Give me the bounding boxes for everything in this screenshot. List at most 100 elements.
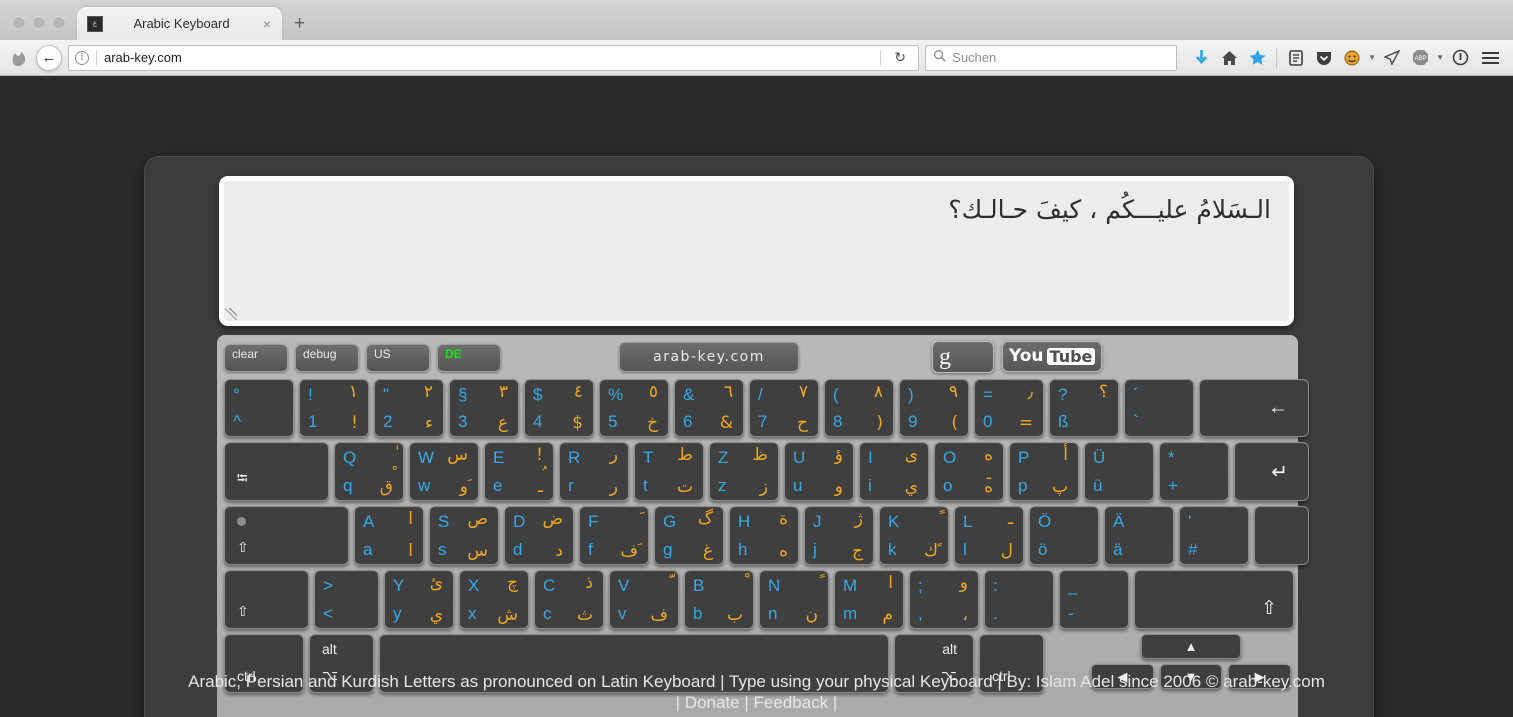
key-legend-shift-latin: $ <box>533 385 543 404</box>
key-2[interactable]: " ٢ 2 ء <box>374 379 444 437</box>
key-enter[interactable]: ↵ <box>1234 442 1309 501</box>
key-plus[interactable]: * + <box>1159 442 1229 501</box>
reload-icon[interactable]: ↻ <box>888 46 912 70</box>
key-legend-shift-arabic: ٨ <box>873 382 883 402</box>
key-g[interactable]: G گ g غ <box>654 506 724 565</box>
key-f[interactable]: Fَِfف <box>579 506 649 565</box>
url-bar[interactable]: i arab-key.com ↻ <box>68 44 920 71</box>
layout-de-button[interactable]: DE <box>437 344 501 372</box>
key-4[interactable]: $٤ 4 $ <box>524 379 594 437</box>
key-y[interactable]: Y ئ y ي <box>384 570 454 629</box>
key-v[interactable]: Vّvف <box>609 570 679 629</box>
key-hash[interactable]: ' # <box>1179 506 1249 565</box>
key-arrow-up[interactable]: ▲ <box>1141 634 1241 659</box>
bookmark-star-icon[interactable] <box>1245 46 1269 70</box>
donate-link[interactable]: Donate <box>685 693 740 712</box>
key-period[interactable]: :. <box>984 570 1054 629</box>
key-comma[interactable]: ; و, ، <box>909 570 979 629</box>
key-3[interactable]: § ٣ 3 ع <box>449 379 519 437</box>
key-a[interactable]: A ا a ا <box>354 506 424 565</box>
adblock-plus-icon[interactable]: ABP <box>1408 46 1432 70</box>
key-tab[interactable]: ⭾ <box>224 442 329 501</box>
pocket-icon[interactable] <box>1312 46 1336 70</box>
key-auml[interactable]: Ää <box>1104 506 1174 565</box>
key-i[interactable]: I ى i ي <box>859 442 929 501</box>
key-l[interactable]: L ـ l ل <box>954 506 1024 565</box>
key-backspace[interactable]: ← <box>1199 379 1309 437</box>
reader-list-icon[interactable] <box>1284 46 1308 70</box>
key-legend-arabic: ت <box>676 477 693 497</box>
key-x[interactable]: X چ x ش <box>459 570 529 629</box>
key-acute[interactable]: ´ ` <box>1124 379 1194 437</box>
key-h[interactable]: H ة h ه <box>729 506 799 565</box>
key-1[interactable]: ! ١ 1! <box>299 379 369 437</box>
key-u[interactable]: U ؤ u و <box>784 442 854 501</box>
shield-info-icon[interactable] <box>1448 46 1472 70</box>
keyboard-toolbar: clear debug US DE arab-key.com g You Tub… <box>224 341 1291 373</box>
search-bar[interactable]: Suchen <box>925 44 1178 71</box>
key-eszett[interactable]: ? ؟ ß <box>1049 379 1119 437</box>
key-7[interactable]: / ٧ 7 ح <box>749 379 819 437</box>
key-p[interactable]: P أ p پ <box>1009 442 1079 501</box>
key-q[interactable]: Qْٰqق <box>334 442 404 501</box>
key-r[interactable]: R ر r ر <box>559 442 629 501</box>
key-uuml[interactable]: Üü <box>1084 442 1154 501</box>
downloads-icon[interactable] <box>1189 46 1213 70</box>
window-maximize-button[interactable] <box>53 16 65 28</box>
key-legend-latin: . <box>993 604 998 623</box>
key-b[interactable]: Bْbب <box>684 570 754 629</box>
key-enter-tail[interactable] <box>1254 506 1309 565</box>
browser-chrome: ع Arabic Keyboard × + ← i arab-key.com ↻… <box>0 0 1513 76</box>
clear-button[interactable]: clear <box>224 344 288 372</box>
key-legend-latin: q <box>343 476 353 495</box>
key-less[interactable]: > < <box>314 570 379 629</box>
close-icon[interactable]: × <box>260 17 274 31</box>
key-legend-shift-latin: A <box>363 512 375 531</box>
google-button[interactable]: g <box>932 341 994 373</box>
window-minimize-button[interactable] <box>33 16 45 28</box>
key-9[interactable]: ) ٩ 9 ( <box>899 379 969 437</box>
key-d[interactable]: Dضd د <box>504 506 574 565</box>
key-6[interactable]: & ٦ 6 & <box>674 379 744 437</box>
key-e[interactable]: E!ُeـ <box>484 442 554 501</box>
chevron-down-icon[interactable]: ▼ <box>1368 53 1376 62</box>
key-caret[interactable]: ° ^ <box>224 379 294 437</box>
key-8[interactable]: (٨ 8) <box>824 379 894 437</box>
key-m[interactable]: M ا m م <box>834 570 904 629</box>
site-info-icon[interactable]: i <box>75 50 89 65</box>
key-5[interactable]: % ٥ 5 خ <box>599 379 669 437</box>
key-c[interactable]: C ذ c ث <box>534 570 604 629</box>
youtube-button[interactable]: You Tube <box>1002 341 1103 372</box>
extension-smiley-icon[interactable] <box>1340 46 1364 70</box>
key-capslock[interactable]: ⇧ <box>224 506 349 565</box>
key-o[interactable]: Oهـoه <box>934 442 1004 501</box>
window-close-button[interactable] <box>13 16 25 28</box>
key-legend-shift-arabic: ذ <box>585 573 593 593</box>
key-s[interactable]: Sص s س <box>429 506 499 565</box>
key-k[interactable]: Kًٍkك <box>879 506 949 565</box>
resize-handle-icon[interactable] <box>225 308 237 320</box>
browser-tab[interactable]: ع Arabic Keyboard × <box>77 7 282 40</box>
key-z[interactable]: Z ظ z ز <box>709 442 779 501</box>
send-tab-icon[interactable] <box>1380 46 1404 70</box>
text-output-area[interactable]: الـسَلامُ عليـــكُم ، كيفَ حـالـك؟ <box>219 176 1294 326</box>
feedback-link[interactable]: Feedback <box>754 693 829 712</box>
key-shift-right[interactable]: ⇧ <box>1134 570 1294 629</box>
menu-button[interactable] <box>1476 51 1505 64</box>
key-ouml[interactable]: Öö <box>1029 506 1099 565</box>
key-j[interactable]: J ژ j ج <box>804 506 874 565</box>
new-tab-button[interactable]: + <box>282 13 317 40</box>
window-controls[interactable] <box>0 16 77 40</box>
brand-button[interactable]: arab-key.com <box>619 342 799 372</box>
home-icon[interactable] <box>1217 46 1241 70</box>
chevron-down-icon-2[interactable]: ▼ <box>1436 53 1444 62</box>
key-w[interactable]: Wسِwو <box>409 442 479 501</box>
back-button[interactable]: ← <box>36 44 62 71</box>
debug-button[interactable]: debug <box>295 344 359 372</box>
key-0[interactable]: = ٫ 0 = <box>974 379 1044 437</box>
key-n[interactable]: Nًnن <box>759 570 829 629</box>
layout-us-button[interactable]: US <box>366 344 430 372</box>
key-dash[interactable]: _ - <box>1059 570 1129 629</box>
key-shift-left[interactable]: ⇧ <box>224 570 309 629</box>
key-t[interactable]: T ط t ت <box>634 442 704 501</box>
